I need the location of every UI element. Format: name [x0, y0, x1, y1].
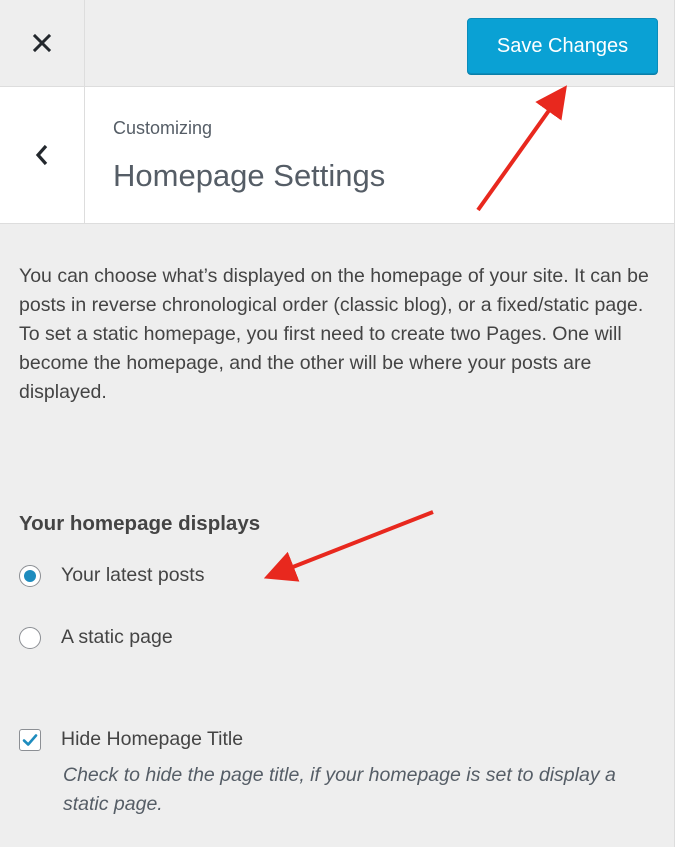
customizer-panel: Save Changes Customizing Homepage Settin…	[0, 0, 675, 847]
section-header	[0, 87, 674, 224]
radio-static-page[interactable]: A static page	[19, 626, 173, 649]
breadcrumb: Customizing	[113, 118, 213, 138]
radio-label-static-page: A static page	[61, 626, 173, 648]
save-changes-button[interactable]: Save Changes	[467, 18, 658, 74]
radio-button-unchecked[interactable]	[19, 626, 41, 649]
hide-homepage-title-label: Hide Homepage Title	[61, 728, 244, 750]
checkmark-icon	[22, 733, 38, 746]
hide-homepage-title-checkbox[interactable]	[19, 728, 41, 751]
hide-homepage-title-checkbox-row[interactable]: Hide Homepage Title	[19, 728, 243, 751]
section-title: Homepage Settings	[113, 158, 386, 193]
back-button[interactable]	[0, 87, 85, 223]
chevron-left-icon	[35, 144, 48, 166]
radio-latest-posts[interactable]: Your latest posts	[19, 564, 204, 587]
radio-dot	[24, 569, 36, 582]
section-description: You can choose what’s displayed on the h…	[19, 265, 649, 403]
radio-label-latest-posts: Your latest posts	[61, 564, 205, 586]
radio-button-checked[interactable]	[19, 564, 41, 587]
homepage-displays-label: Your homepage displays	[19, 512, 261, 535]
customizer-header: Save Changes	[0, 0, 674, 87]
hide-homepage-title-description: Check to hide the page title, if your ho…	[63, 764, 616, 815]
close-icon	[32, 33, 52, 53]
close-button[interactable]	[0, 0, 85, 86]
